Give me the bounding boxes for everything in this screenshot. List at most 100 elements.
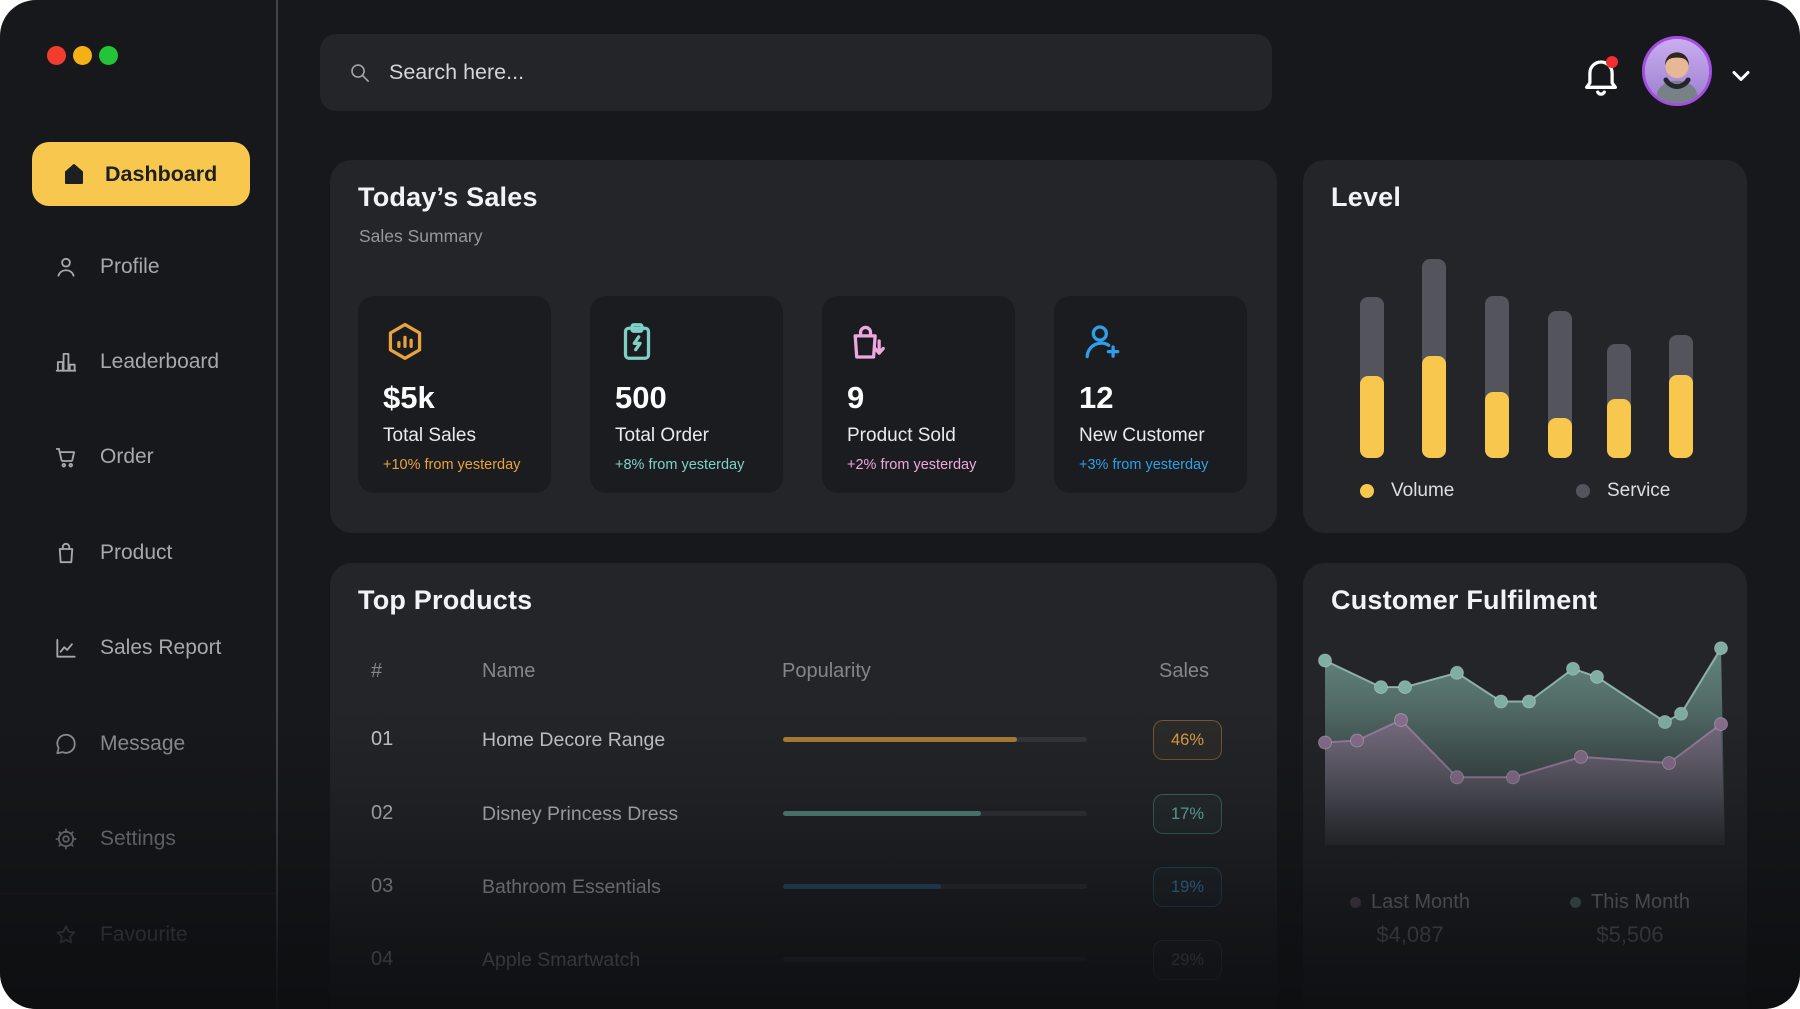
stat-label: Total Sales	[383, 425, 476, 447]
product-name: Apple Smartwatch	[482, 949, 640, 972]
bag-icon	[53, 540, 79, 566]
volume-bar-segment	[1669, 375, 1693, 458]
sidebar-item-label: Dashboard	[105, 162, 217, 187]
level-bar-5	[1607, 344, 1631, 458]
chevron-down-icon[interactable]	[1724, 64, 1758, 88]
table-row-04[interactable]: 04Apple Smartwatch29%	[330, 938, 1277, 982]
customer-fulfilment-title: Customer Fulfilment	[1331, 585, 1597, 616]
sidebar-divider	[0, 893, 276, 894]
sidebar-item-settings[interactable]: Settings	[0, 815, 276, 863]
product-name: Disney Princess Dress	[482, 803, 678, 826]
stat-card-product-sold[interactable]: 9Product Sold+2% from yesterday	[822, 296, 1015, 493]
level-bar-2	[1422, 259, 1446, 458]
level-bar-6	[1669, 335, 1693, 458]
stat-value: $5k	[383, 380, 435, 416]
column-name: Name	[482, 660, 535, 683]
sidebar-item-label: Favourite	[100, 923, 188, 947]
legend-value: $5,506	[1530, 922, 1730, 948]
sidebar-item-message[interactable]: Message	[0, 720, 276, 768]
close-window-button[interactable]	[47, 46, 66, 65]
avatar-illustration	[1645, 39, 1709, 103]
legend-label: Last Month	[1371, 891, 1470, 914]
sales-badge: 19%	[1153, 867, 1222, 907]
legend-dot-volume	[1360, 484, 1374, 498]
app-window: Dashboard Profile Leaderboard Order Product S…	[0, 0, 1800, 1009]
sidebar-item-profile[interactable]: Profile	[0, 243, 276, 291]
search-input[interactable]	[387, 59, 1244, 86]
message-icon	[53, 731, 79, 757]
stat-card-new-customer[interactable]: 12 New Customer +3% from yesterday	[1054, 296, 1247, 493]
table-row-01[interactable]: 01Home Decore Range46%	[330, 718, 1277, 762]
sales-summary-subtitle: Sales Summary	[359, 226, 483, 247]
stat-label: New Customer	[1079, 425, 1205, 447]
stat-label: Total Order	[615, 425, 709, 447]
level-bar-3	[1485, 296, 1509, 458]
fulfilment-area-chart	[1325, 640, 1725, 845]
table-row-03[interactable]: 03Bathroom Essentials19%	[330, 865, 1277, 909]
sales-badge: 46%	[1153, 720, 1222, 760]
sidebar-item-dashboard[interactable]: Dashboard	[32, 142, 250, 206]
product-number: 03	[371, 875, 393, 898]
popularity-fill	[783, 737, 1017, 742]
popularity-track	[783, 737, 1087, 742]
sidebar-item-leaderboard[interactable]: Leaderboard	[0, 338, 276, 386]
top-products-card: Top Products # Name Popularity Sales 01H…	[330, 563, 1277, 1009]
minimize-window-button[interactable]	[73, 46, 92, 65]
legend-service: Service	[1576, 480, 1670, 502]
user-icon	[53, 254, 79, 280]
sidebar-item-label: Settings	[100, 827, 176, 851]
stat-card-total-order[interactable]: 500 Total Order +8% from yesterday	[590, 296, 783, 493]
legend-last-month: Last Month $4,087	[1310, 891, 1510, 948]
column-popularity: Popularity	[782, 660, 871, 683]
legend-label: This Month	[1591, 891, 1690, 914]
chart-line-icon	[53, 635, 79, 661]
stat-card-total-sales[interactable]: $5kTotal Sales+10% from yesterday	[358, 296, 551, 493]
gear-icon	[53, 826, 79, 852]
table-row-02[interactable]: 02Disney Princess Dress17%	[330, 792, 1277, 836]
stat-label: Product Sold	[847, 425, 956, 447]
sidebar-item-favourite[interactable]: Favourite	[0, 911, 276, 959]
legend-value: $4,087	[1310, 922, 1510, 948]
volume-bar-segment	[1548, 418, 1572, 458]
sidebar-item-label: Profile	[100, 255, 160, 279]
sidebar-item-sales-report[interactable]: Sales Report	[0, 624, 276, 672]
bag-arrow-down-icon	[846, 319, 892, 365]
notifications-button[interactable]	[1578, 53, 1624, 99]
todays-sales-card: Today’s Sales Sales Summary $5k Total Sal…	[330, 160, 1277, 533]
level-bar-1	[1360, 297, 1384, 458]
sidebar-item-label: Sales Report	[100, 636, 221, 660]
sidebar-item-order[interactable]: Order	[0, 433, 276, 481]
legend-label: Service	[1607, 480, 1670, 502]
cart-icon	[53, 444, 79, 470]
stat-value: 500	[615, 380, 667, 416]
sidebar-item-label: Product	[100, 541, 172, 565]
product-number: 04	[371, 948, 393, 971]
sidebar: Dashboard Profile Leaderboard Order Product S…	[0, 0, 278, 1009]
popularity-fill	[783, 811, 981, 816]
stat-value: 9	[847, 380, 864, 416]
legend-label: Volume	[1391, 480, 1454, 502]
star-icon	[53, 922, 79, 948]
column-sales: Sales	[1159, 660, 1209, 683]
column-number: #	[371, 660, 382, 683]
level-bar-4	[1548, 311, 1572, 458]
legend-row: Last Month	[1310, 891, 1510, 914]
stat-delta: +8% from yesterday	[615, 457, 744, 473]
popularity-track	[783, 957, 1087, 962]
todays-sales-title: Today’s Sales	[358, 182, 538, 213]
leaderboard-icon	[53, 349, 79, 375]
search-icon	[348, 61, 371, 84]
search-bar[interactable]	[320, 34, 1272, 111]
product-number: 01	[371, 728, 393, 751]
user-avatar[interactable]	[1642, 36, 1712, 106]
legend-volume: Volume	[1360, 480, 1454, 502]
legend-row: This Month	[1530, 891, 1730, 914]
popularity-track	[783, 811, 1087, 816]
stat-value: 12	[1079, 380, 1113, 416]
product-number: 02	[371, 802, 393, 825]
stat-delta: +3% from yesterday	[1079, 457, 1208, 473]
sidebar-item-product[interactable]: Product	[0, 529, 276, 577]
zoom-window-button[interactable]	[99, 46, 118, 65]
clipboard-bolt-icon	[614, 319, 660, 365]
popularity-track	[783, 884, 1087, 889]
